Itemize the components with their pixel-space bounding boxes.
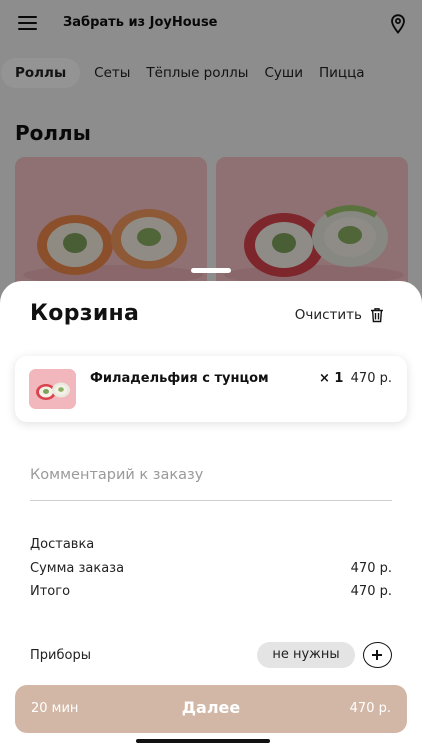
add-cutlery-button[interactable] <box>363 642 392 668</box>
clear-cart-label: Очистить <box>294 307 362 323</box>
cart-sheet: Корзина Очистить Филадельфия с тунцом × … <box>0 281 422 750</box>
total-value: 470 р. <box>350 584 392 599</box>
cart-item-price: 470 р. <box>350 371 392 386</box>
subtotal-row: Сумма заказа 470 р. <box>30 561 392 576</box>
cutlery-value-chip[interactable]: не нужны <box>257 642 355 668</box>
total-row: Итого 470 р. <box>30 584 392 599</box>
order-comment-input[interactable] <box>30 467 392 483</box>
delivery-label: Доставка <box>30 537 95 552</box>
order-comment-field[interactable] <box>30 464 392 501</box>
cart-item[interactable]: Филадельфия с тунцом × 1 470 р. <box>15 356 407 422</box>
cart-item-quantity: × 1 <box>319 371 344 386</box>
cart-item-thumbnail <box>29 369 76 409</box>
total-label: Итого <box>30 584 71 599</box>
next-button[interactable]: 20 мин Далее 470 р. <box>15 685 407 733</box>
subtotal-label: Сумма заказа <box>30 561 125 576</box>
home-indicator[interactable] <box>136 739 270 743</box>
sheet-grabber[interactable] <box>191 268 231 273</box>
next-button-sum: 470 р. <box>349 701 391 716</box>
clear-cart-button[interactable]: Очистить <box>295 307 384 323</box>
trash-icon <box>371 308 383 323</box>
next-button-label: Далее <box>181 698 241 717</box>
cutlery-label: Приборы <box>30 648 91 663</box>
subtotal-value: 470 р. <box>350 561 392 576</box>
cart-item-name: Филадельфия с тунцом <box>90 371 269 386</box>
delivery-row: Доставка <box>30 537 392 552</box>
cart-title: Корзина <box>30 301 140 326</box>
